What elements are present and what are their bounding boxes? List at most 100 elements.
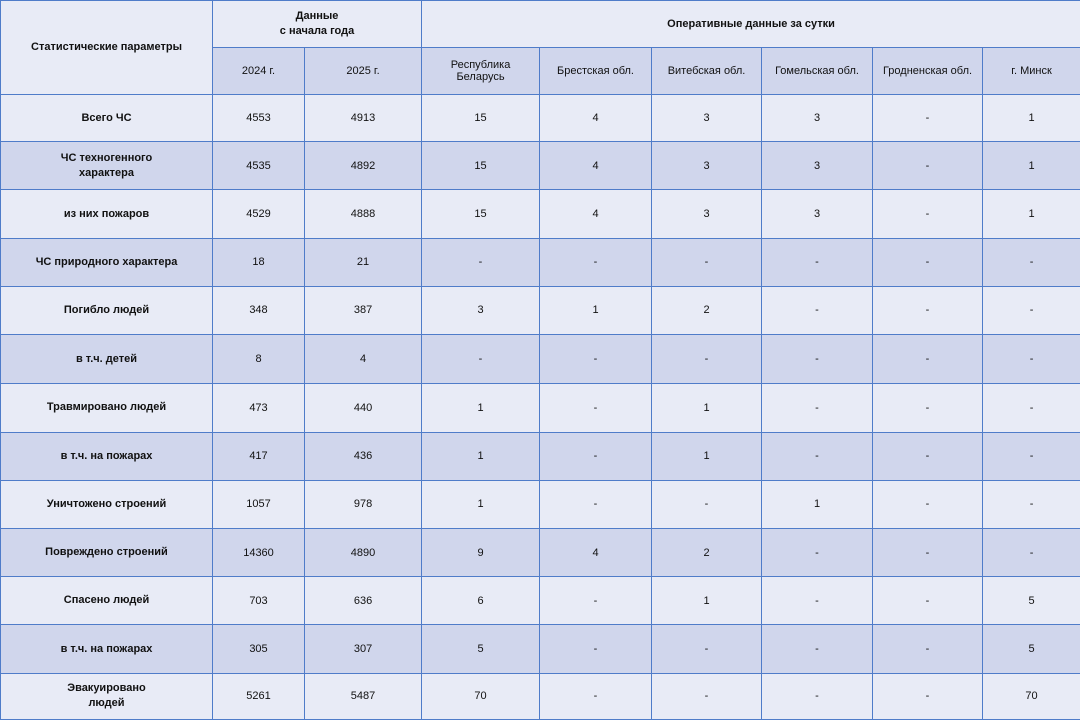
table-row: Эвакуировано людей 5261 5487 70- - - -70	[0, 672, 1080, 720]
table-row: ЧС техногенного характера 4535 4892 15 4 3 3-1	[0, 141, 1080, 191]
row-label: Всего ЧС	[0, 93, 213, 143]
col-header-brest: Брестская обл.	[539, 47, 653, 95]
table-cell: 4913	[303, 93, 423, 143]
table-cell: 1	[651, 576, 763, 626]
table-cell: -	[872, 624, 984, 674]
col-header-minsk: г. Минск	[982, 47, 1080, 95]
table-cell: 14360	[212, 527, 305, 578]
table-cell: -	[872, 189, 984, 239]
table-cell: 21	[303, 237, 423, 287]
table-row: Всего ЧС 4553 4913 15 4 3 3-1	[0, 93, 1080, 143]
table-cell: 2	[651, 285, 763, 336]
table-cell: 18	[212, 237, 305, 287]
table-cell: -	[539, 576, 653, 626]
table-cell: 1	[421, 431, 541, 481]
col-header-grodno: Гродненская обл.	[872, 47, 984, 95]
table-cell: 473	[212, 383, 305, 433]
table-cell: -	[761, 285, 874, 336]
table-cell: -	[761, 576, 874, 626]
daily-ops-group-header: Оперативные данные за сутки	[421, 0, 1080, 48]
table-cell: 3	[651, 141, 763, 191]
table-cell: -	[872, 576, 984, 626]
statistics-table: Статистические параметры Данные с начала…	[0, 0, 1080, 720]
table-cell: 1	[651, 431, 763, 481]
table-row: в т.ч. детей 8 4- - - - - -	[0, 334, 1080, 385]
col-header-belarus: Республика Беларусь	[421, 47, 541, 95]
table-cell: -	[651, 624, 763, 674]
table-cell: -	[761, 527, 874, 578]
table-cell: 3	[651, 189, 763, 239]
table-cell: 1	[539, 285, 653, 336]
row-label: Спасено людей	[0, 576, 213, 626]
table-cell: 70	[982, 672, 1080, 720]
table-cell: 6	[421, 576, 541, 626]
table-cell: -	[539, 383, 653, 433]
table-cell: -	[982, 479, 1080, 529]
table-cell: 1	[982, 189, 1080, 239]
table-cell: 4	[539, 93, 653, 143]
table-row: Травмировано людей 473 440 1-1- - -	[0, 383, 1080, 433]
row-label: из них пожаров	[0, 189, 213, 239]
row-label: Уничтожено строений	[0, 479, 213, 529]
table-cell: -	[651, 672, 763, 720]
table-cell: 703	[212, 576, 305, 626]
table-cell: 636	[303, 576, 423, 626]
table-cell: -	[872, 285, 984, 336]
table-cell: 2	[651, 527, 763, 578]
table-cell: -	[982, 285, 1080, 336]
table-cell: 15	[421, 189, 541, 239]
table-cell: -	[539, 672, 653, 720]
table-cell: 4529	[212, 189, 305, 239]
table-header: Статистические параметры Данные с начала…	[0, 0, 1080, 95]
table-cell: -	[872, 237, 984, 287]
table-cell: -	[872, 383, 984, 433]
table-cell: 4892	[303, 141, 423, 191]
table-cell: -	[761, 383, 874, 433]
table-cell: -	[539, 479, 653, 529]
table-cell: -	[872, 141, 984, 191]
col-header-vitebsk: Витебская обл.	[651, 47, 763, 95]
table-cell: -	[872, 479, 984, 529]
row-label: Погибло людей	[0, 285, 213, 336]
table-row: ЧС природного характера 18 21- - - - - -	[0, 237, 1080, 287]
table-cell: 4553	[212, 93, 305, 143]
row-label: Повреждено строений	[0, 527, 213, 578]
table-cell: 3	[421, 285, 541, 336]
table-cell: 307	[303, 624, 423, 674]
table-cell: -	[872, 672, 984, 720]
row-label: в т.ч. на пожарах	[0, 624, 213, 674]
table-cell: 4	[539, 189, 653, 239]
table-cell: -	[761, 334, 874, 385]
table-cell: -	[982, 334, 1080, 385]
table-cell: 4	[539, 527, 653, 578]
table-cell: 4888	[303, 189, 423, 239]
table-row: в т.ч. на пожарах 417 436 1-1- - -	[0, 431, 1080, 481]
table-cell: 5487	[303, 672, 423, 720]
row-label: ЧС природного характера	[0, 237, 213, 287]
row-label: Травмировано людей	[0, 383, 213, 433]
table-cell: 4535	[212, 141, 305, 191]
ytd-group-header: Данные с начала года	[211, 0, 423, 48]
table-cell: 417	[212, 431, 305, 481]
table-cell: 1057	[212, 479, 305, 529]
table-cell: -	[651, 237, 763, 287]
table-cell: 387	[303, 285, 423, 336]
table-cell: 5	[421, 624, 541, 674]
col-header-2024: 2024 г.	[212, 47, 305, 95]
table-row: Повреждено строений 14360 4890 9 4 2- - -	[0, 527, 1080, 578]
table-cell: 8	[212, 334, 305, 385]
row-label: ЧС техногенного характера	[0, 141, 213, 191]
table-row: Уничтожено строений 1057 978 1- -1- -	[0, 479, 1080, 529]
param-column-header: Статистические параметры	[0, 0, 213, 95]
table-cell: 4890	[303, 527, 423, 578]
table-cell: 15	[421, 93, 541, 143]
col-header-gomel: Гомельская обл.	[761, 47, 874, 95]
table-cell: 70	[421, 672, 541, 720]
table-cell: -	[761, 237, 874, 287]
table-cell: 1	[421, 479, 541, 529]
table-cell: 440	[303, 383, 423, 433]
table-row: из них пожаров 4529 4888 15 4 3 3-1	[0, 189, 1080, 239]
table-cell: 5	[982, 576, 1080, 626]
table-cell: -	[539, 334, 653, 385]
table-cell: -	[872, 334, 984, 385]
